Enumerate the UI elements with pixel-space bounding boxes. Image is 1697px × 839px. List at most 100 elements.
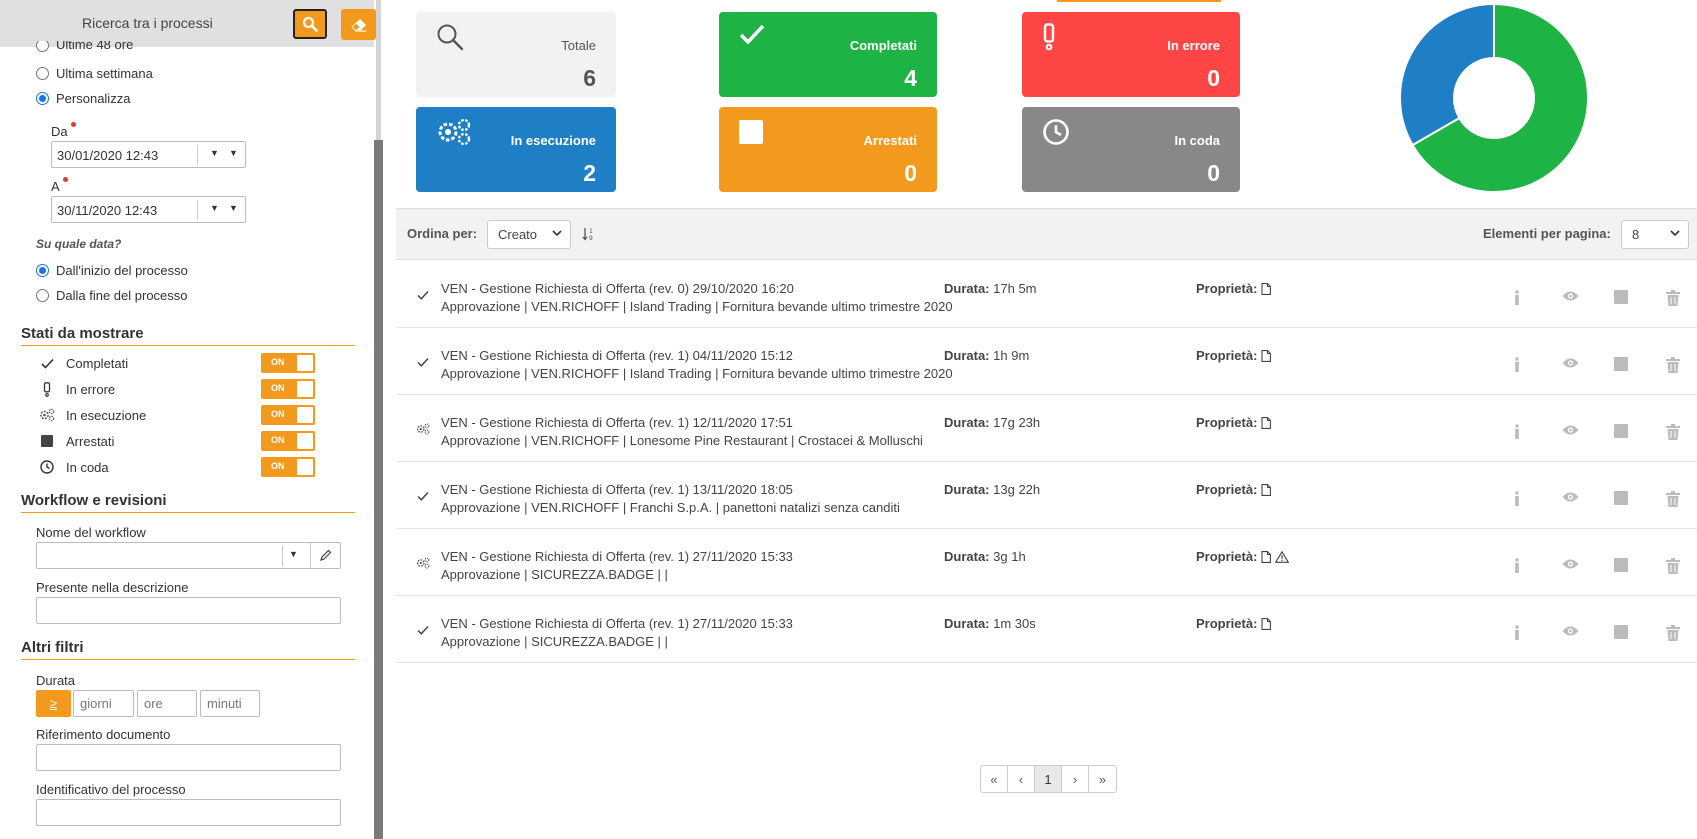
table-row[interactable]: VEN - Gestione Richiesta di Offerta (rev… <box>396 328 1697 395</box>
delete-icon[interactable] <box>1666 491 1680 510</box>
radio-label: Ultima settimana <box>56 66 153 81</box>
process-title[interactable]: VEN - Gestione Richiesta di Offerta (rev… <box>441 348 793 363</box>
time-dropdown-icon[interactable]: ▼ <box>229 203 238 213</box>
card-running[interactable]: In esecuzione 2 <box>416 107 616 192</box>
pagination: « ‹ 1 › » <box>980 765 1117 793</box>
date-dropdown-icon[interactable]: ▼ <box>210 148 219 158</box>
stop-icon[interactable] <box>1614 290 1628 307</box>
card-stopped[interactable]: Arrestati 0 <box>719 107 937 192</box>
stop-icon[interactable] <box>1614 625 1628 642</box>
date-dropdown-icon[interactable]: ▼ <box>210 203 219 213</box>
duration-operator-button[interactable]: ≥ <box>36 690 71 717</box>
edit-icon[interactable] <box>319 549 332 562</box>
delete-icon[interactable] <box>1666 558 1680 577</box>
document-icon[interactable] <box>1261 282 1272 295</box>
toggle-knob <box>297 381 313 397</box>
stop-icon[interactable] <box>1614 424 1628 441</box>
duration-minutes-input[interactable]: minuti <box>200 690 260 717</box>
document-icon[interactable] <box>1261 617 1272 630</box>
pager-current-page[interactable]: 1 <box>1035 766 1062 792</box>
toggle-stopped[interactable]: ON <box>261 431 315 451</box>
period-radio-week[interactable]: Ultima settimana <box>36 66 153 81</box>
toggle-completed[interactable]: ON <box>261 353 315 373</box>
duration-hours-input[interactable]: ore <box>137 690 197 717</box>
view-icon[interactable] <box>1562 491 1579 506</box>
process-duration: Durata: 17h 5m <box>944 281 1037 296</box>
chevron-down-icon <box>552 230 562 237</box>
pager-last-button[interactable]: » <box>1089 766 1116 792</box>
workflow-name-input[interactable]: ▼ <box>36 542 341 569</box>
date-radio-start[interactable]: Dall'inizio del processo <box>36 263 188 278</box>
sort-select[interactable]: Creato <box>487 220 571 249</box>
gears-icon <box>417 557 430 569</box>
process-title[interactable]: VEN - Gestione Richiesta di Offerta (rev… <box>441 616 793 631</box>
search-button[interactable] <box>293 9 327 39</box>
table-row[interactable]: VEN - Gestione Richiesta di Offerta (rev… <box>396 462 1697 529</box>
description-input[interactable] <box>36 597 341 624</box>
info-icon[interactable] <box>1514 625 1520 644</box>
delete-icon[interactable] <box>1666 357 1680 376</box>
procid-input[interactable] <box>36 799 341 826</box>
sort-direction-icon[interactable]: 19 <box>582 227 596 241</box>
sort-value: Creato <box>498 227 538 242</box>
stop-icon[interactable] <box>1614 491 1628 508</box>
to-date-input[interactable]: 30/11/2020 12:43 ▼ ▼ <box>51 196 246 223</box>
from-date-input[interactable]: 30/01/2020 12:43 ▼ ▼ <box>51 141 246 168</box>
duration-days-input[interactable]: giorni <box>73 690 134 717</box>
pager-first-button[interactable]: « <box>981 766 1008 792</box>
sidebar-scrollbar[interactable] <box>374 140 383 839</box>
card-queued[interactable]: In coda 0 <box>1022 107 1240 192</box>
view-icon[interactable] <box>1562 290 1579 305</box>
toggle-error[interactable]: ON <box>261 379 315 399</box>
card-total[interactable]: Totale 6 <box>416 12 616 97</box>
table-row[interactable]: VEN - Gestione Richiesta di Offerta (rev… <box>396 395 1697 462</box>
state-label: Arrestati <box>66 433 115 449</box>
per-page-select[interactable]: 8 <box>1621 220 1689 249</box>
info-icon[interactable] <box>1514 558 1520 577</box>
eraser-icon <box>350 18 366 32</box>
properties-label: Proprietà: <box>1196 348 1258 363</box>
workflow-dropdown-icon[interactable]: ▼ <box>289 549 298 559</box>
view-icon[interactable] <box>1562 357 1579 372</box>
delete-icon[interactable] <box>1666 290 1680 309</box>
delete-icon[interactable] <box>1666 625 1680 644</box>
info-icon[interactable] <box>1514 357 1520 376</box>
which-date-label: Su quale data? <box>36 237 122 251</box>
stop-icon[interactable] <box>1614 357 1628 374</box>
pager-prev-button[interactable]: ‹ <box>1008 766 1035 792</box>
pager-next-button[interactable]: › <box>1062 766 1089 792</box>
process-title[interactable]: VEN - Gestione Richiesta di Offerta (rev… <box>441 549 793 564</box>
info-icon[interactable] <box>1514 290 1520 309</box>
card-error[interactable]: In errore 0 <box>1022 12 1240 97</box>
view-icon[interactable] <box>1562 558 1579 573</box>
document-icon[interactable] <box>1261 349 1272 362</box>
card-completed[interactable]: Completati 4 <box>719 12 937 97</box>
process-title[interactable]: VEN - Gestione Richiesta di Offerta (rev… <box>441 415 793 430</box>
period-radio-48h[interactable]: Ultime 48 ore <box>36 41 133 55</box>
document-icon[interactable] <box>1261 416 1272 429</box>
delete-icon[interactable] <box>1666 424 1680 443</box>
info-icon[interactable] <box>1514 491 1520 510</box>
docref-input[interactable] <box>36 744 341 771</box>
view-icon[interactable] <box>1562 424 1579 439</box>
clear-filters-button[interactable] <box>341 9 376 40</box>
check-icon <box>40 358 54 369</box>
document-icon[interactable] <box>1261 483 1272 496</box>
date-radio-end[interactable]: Dalla fine del processo <box>36 288 188 303</box>
toggle-queued[interactable]: ON <box>261 457 315 477</box>
process-title[interactable]: VEN - Gestione Richiesta di Offerta (rev… <box>441 281 794 296</box>
info-icon[interactable] <box>1514 424 1520 443</box>
stop-icon[interactable] <box>1614 558 1628 575</box>
table-row[interactable]: VEN - Gestione Richiesta di Offerta (rev… <box>396 529 1697 596</box>
period-radio-custom[interactable]: Personalizza <box>36 91 130 106</box>
radio-label: Dall'inizio del processo <box>56 263 188 278</box>
table-row[interactable]: VEN - Gestione Richiesta di Offerta (rev… <box>396 261 1697 328</box>
process-title[interactable]: VEN - Gestione Richiesta di Offerta (rev… <box>441 482 793 497</box>
time-dropdown-icon[interactable]: ▼ <box>229 148 238 158</box>
toggle-running[interactable]: ON <box>261 405 315 425</box>
document-icon[interactable] <box>1261 550 1272 563</box>
donut-slice-in-esecuzione[interactable] <box>1399 2 1495 147</box>
view-icon[interactable] <box>1562 625 1579 640</box>
table-row[interactable]: VEN - Gestione Richiesta di Offerta (rev… <box>396 596 1697 663</box>
warning-icon[interactable] <box>1275 550 1290 563</box>
